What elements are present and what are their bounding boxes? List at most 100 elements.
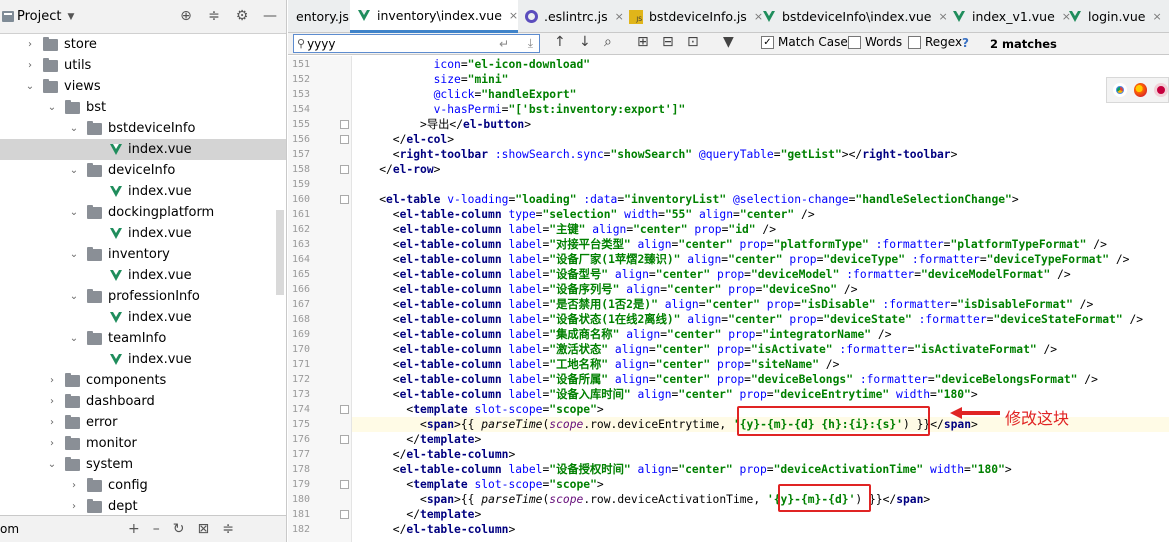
tree-item[interactable]: › dept <box>0 496 286 515</box>
expand-toggle-icon[interactable]: ⌄ <box>69 333 79 344</box>
expand-toggle-icon[interactable]: › <box>69 480 79 491</box>
tree-item[interactable]: ⌄ teamInfo <box>0 328 286 349</box>
settings-gear-icon[interactable]: ⚙ <box>234 8 250 24</box>
editor-tab[interactable]: .eslintrc.js × <box>517 0 624 33</box>
next-match-icon[interactable]: ↓ <box>579 34 591 50</box>
close-tab-icon[interactable]: × <box>1152 10 1161 23</box>
expand-toggle-icon[interactable]: ⌄ <box>69 207 79 218</box>
code-line[interactable]: size="mini" <box>352 72 509 87</box>
regex-help-icon[interactable]: ? <box>962 36 969 50</box>
fold-toggle-icon[interactable] <box>340 120 349 129</box>
code-line[interactable]: >导出</el-button> <box>352 117 531 132</box>
code-line[interactable]: </el-col> <box>352 132 454 147</box>
match-case-option[interactable]: ✓ Match Case <box>761 35 848 49</box>
search-icon[interactable]: ⚲ <box>297 37 305 50</box>
code-line[interactable]: <el-table-column label="设备所属" align="cen… <box>352 372 1098 387</box>
code-line[interactable]: <el-table v-loading="loading" :data="inv… <box>352 192 1018 207</box>
code-line[interactable]: icon="el-icon-download" <box>352 57 590 72</box>
code-line[interactable]: </template> <box>352 432 481 447</box>
code-line[interactable]: @click="handleExport" <box>352 87 577 102</box>
code-line[interactable]: <template slot-scope="scope"> <box>352 477 603 492</box>
tree-item[interactable]: index.vue <box>0 349 286 370</box>
stop-icon[interactable]: ⊠ <box>197 521 209 537</box>
expand-toggle-icon[interactable]: ⌄ <box>69 123 79 134</box>
expand-toggle-icon[interactable]: › <box>47 417 57 428</box>
previous-match-icon[interactable]: ↑ <box>554 34 566 50</box>
tree-item[interactable]: › dashboard <box>0 391 286 412</box>
tree-item[interactable]: ⌄ system <box>0 454 286 475</box>
fold-toggle-icon[interactable] <box>340 405 349 414</box>
code-line[interactable]: <el-table-column label="设备入库时间" align="c… <box>352 387 978 402</box>
fold-toggle-icon[interactable] <box>340 435 349 444</box>
expand-toggle-icon[interactable]: ⌄ <box>69 291 79 302</box>
code-line[interactable]: <template slot-scope="scope"> <box>352 402 603 417</box>
code-line[interactable]: v-hasPermi="['bst:inventory:export']" <box>352 102 686 117</box>
match-case-checkbox[interactable]: ✓ <box>761 35 774 49</box>
code-line[interactable]: <right-toolbar :showSearch.sync="showSea… <box>352 147 958 162</box>
tree-item[interactable]: › monitor <box>0 433 286 454</box>
code-line[interactable]: <el-table-column label="设备状态(1在线2离线)" al… <box>352 312 1143 327</box>
add-occurrence-icon[interactable]: ⊞ <box>637 34 649 50</box>
tree-item[interactable]: ⌄ dockingplatform <box>0 202 286 223</box>
code-editor[interactable]: icon="el-icon-download" size="mini" @cli… <box>352 56 1169 542</box>
tree-item[interactable]: index.vue <box>0 181 286 202</box>
project-title[interactable]: Project <box>17 9 61 24</box>
opera-icon[interactable] <box>1154 83 1168 97</box>
search-input[interactable] <box>307 36 478 51</box>
words-checkbox[interactable] <box>848 35 861 49</box>
editor-tab[interactable]: JS bstdeviceInfo.js × <box>621 0 763 33</box>
regex-option[interactable]: Regex <box>908 35 962 49</box>
code-line[interactable]: </el-table-column> <box>352 447 515 462</box>
fold-toggle-icon[interactable] <box>340 510 349 519</box>
expand-toggle-icon[interactable]: ⌄ <box>47 459 57 470</box>
refresh-icon[interactable]: ↻ <box>173 521 185 537</box>
clear-search-icon[interactable]: ⤓ <box>528 36 533 51</box>
tree-item[interactable]: index.vue <box>0 223 286 244</box>
expand-toggle-icon[interactable]: ⌄ <box>69 165 79 176</box>
editor-tab[interactable]: index_v1.vue × <box>945 0 1071 33</box>
expand-toggle-icon[interactable]: › <box>69 501 79 512</box>
code-line[interactable]: <el-table-column label="集成商名称" align="ce… <box>352 327 892 342</box>
tree-item[interactable]: › utils <box>0 55 286 76</box>
remove-icon[interactable]: – <box>153 521 160 537</box>
tree-item[interactable]: index.vue <box>0 139 286 160</box>
code-line[interactable]: <el-table-column label="主键" align="cente… <box>352 222 776 237</box>
tree-item[interactable]: › store <box>0 34 286 55</box>
fold-toggle-icon[interactable] <box>340 195 349 204</box>
fold-toggle-icon[interactable] <box>340 480 349 489</box>
tree-item[interactable]: ⌄ inventory <box>0 244 286 265</box>
locate-file-icon[interactable]: ⊕ <box>178 8 194 24</box>
code-line[interactable]: <el-table-column label="设备型号" align="cen… <box>352 267 1071 282</box>
tree-item[interactable]: index.vue <box>0 265 286 286</box>
tree-item[interactable]: ⌄ views <box>0 76 286 97</box>
tree-item[interactable]: › config <box>0 475 286 496</box>
select-all-occurrences-icon[interactable]: ⊡ <box>687 34 699 50</box>
tree-item[interactable]: ⌄ professionInfo <box>0 286 286 307</box>
hide-panel-icon[interactable]: — <box>262 8 278 24</box>
code-line[interactable]: <el-table-column type="selection" width=… <box>352 207 815 222</box>
remove-occurrence-icon[interactable]: ⊟ <box>662 34 674 50</box>
search-history-icon[interactable]: ↵ <box>499 37 509 51</box>
expand-toggle-icon[interactable]: › <box>47 438 57 449</box>
tree-scrollbar[interactable] <box>276 210 284 295</box>
expand-toggle-icon[interactable]: ⌄ <box>25 81 35 92</box>
code-line[interactable]: <el-table-column label="设备序列号" align="ce… <box>352 282 858 297</box>
words-option[interactable]: Words <box>848 35 902 49</box>
code-line[interactable]: </el-row> <box>352 162 440 177</box>
expand-toggle-icon[interactable]: › <box>25 39 35 50</box>
code-line[interactable]: <el-table-column label="工地名称" align="cen… <box>352 357 840 372</box>
project-dropdown-icon[interactable]: ▼ <box>67 12 74 22</box>
collapse-icon[interactable]: ≑ <box>222 521 234 537</box>
editor-tab[interactable]: bstdeviceInfo\index.vue × <box>755 0 948 33</box>
tree-item[interactable]: index.vue <box>0 307 286 328</box>
expand-toggle-icon[interactable]: › <box>47 396 57 407</box>
tree-item[interactable]: › components <box>0 370 286 391</box>
find-all-icon[interactable]: ⌕ <box>604 34 612 50</box>
editor-tab[interactable]: login.vue × <box>1061 0 1162 33</box>
code-line[interactable]: <el-table-column label="设备厂家(1苹熠2臻识)" al… <box>352 252 1130 267</box>
collapse-all-icon[interactable]: ≑ <box>206 8 222 24</box>
tree-item[interactable]: ⌄ deviceInfo <box>0 160 286 181</box>
add-icon[interactable]: + <box>128 521 140 537</box>
fold-toggle-icon[interactable] <box>340 135 349 144</box>
chrome-icon[interactable] <box>1113 83 1127 97</box>
